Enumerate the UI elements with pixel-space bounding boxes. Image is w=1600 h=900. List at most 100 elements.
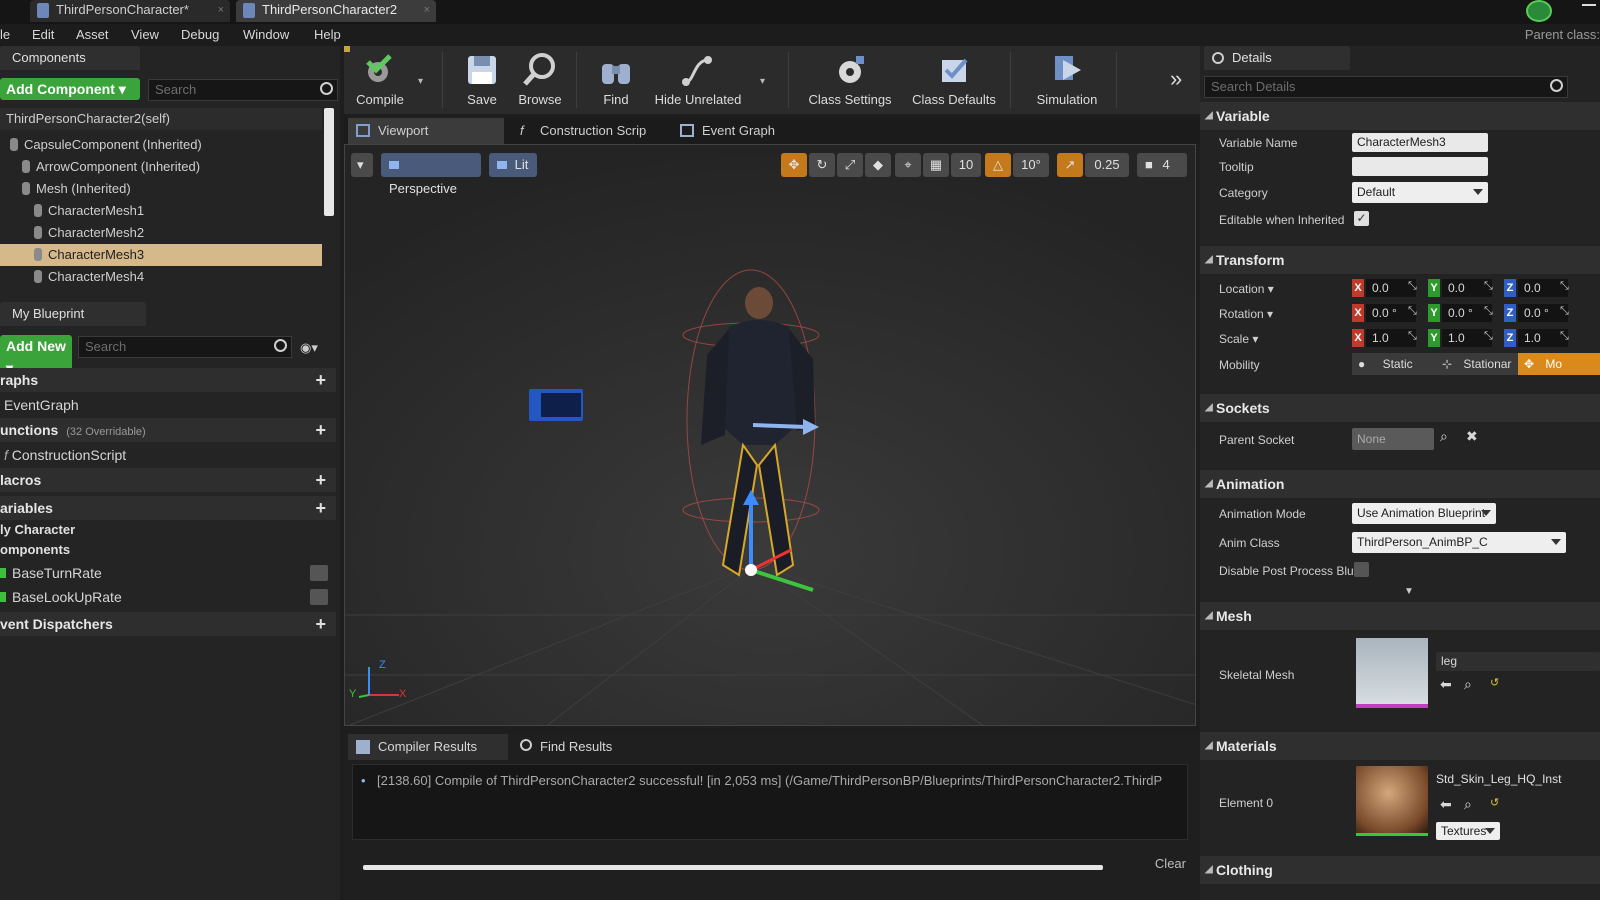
menu-window[interactable]: Window [243, 27, 289, 42]
add-function-icon[interactable]: + [315, 418, 326, 442]
skeletal-mesh-thumbnail[interactable] [1356, 638, 1428, 708]
lit-button[interactable]: Lit [489, 153, 537, 177]
menu-help[interactable]: Help [314, 27, 341, 42]
add-graph-icon[interactable]: + [315, 368, 326, 392]
tab-find-results[interactable]: Find Results [510, 734, 670, 760]
clear-button[interactable]: Clear [1155, 856, 1186, 871]
self-item[interactable]: ThirdPersonCharacter2(self) [0, 108, 322, 130]
menu-asset[interactable]: Asset [76, 27, 109, 42]
tab-thirdpersoncharacter[interactable]: ThirdPersonCharacter* × [30, 0, 230, 22]
drag-handle-icon[interactable]: ⤡ [1408, 280, 1417, 293]
rotation-snap-icon[interactable]: △ [985, 153, 1011, 177]
variables-category[interactable]: ariables + [0, 496, 336, 520]
skeletal-mesh-field[interactable]: leg [1436, 652, 1600, 671]
tree-item[interactable]: CharacterMesh3 [0, 244, 322, 266]
scale-label[interactable]: Scale ▾ [1219, 332, 1258, 346]
rotation-label[interactable]: Rotation ▾ [1219, 307, 1273, 321]
section-materials[interactable]: ◢ Materials [1200, 732, 1600, 760]
functions-category[interactable]: unctions (32 Overridable) + [0, 418, 336, 442]
tab-thirdpersoncharacter2[interactable]: ThirdPersonCharacter2 × [236, 0, 436, 22]
list-item-constructionscript[interactable]: f ConstructionScript [0, 443, 336, 467]
details-header[interactable]: Details [1204, 46, 1350, 70]
close-icon[interactable]: × [424, 0, 430, 20]
tab-construction-script[interactable]: f Construction Scrip [510, 118, 666, 144]
class-settings-button[interactable]: Class Settings [800, 46, 900, 114]
menu-edit[interactable]: Edit [32, 27, 54, 42]
details-search-input[interactable]: Search Details [1204, 76, 1568, 98]
hide-unrelated-dropdown-icon[interactable]: ▾ [760, 76, 765, 87]
components-search-input[interactable]: Search [148, 79, 338, 101]
class-defaults-button[interactable]: Class Defaults [904, 46, 1004, 114]
compile-button[interactable]: Compile [348, 46, 412, 114]
mobility-static-option[interactable]: ● Static [1352, 353, 1432, 375]
drag-handle-icon[interactable]: ⤡ [1484, 305, 1493, 318]
tab-compiler-results[interactable]: Compiler Results [348, 734, 508, 760]
tree-item[interactable]: CapsuleComponent (Inherited) [0, 134, 322, 156]
macros-category[interactable]: lacros + [0, 468, 336, 492]
tree-item[interactable]: Mesh (Inherited) [0, 178, 322, 200]
camera-speed-button[interactable]: ■ 4 [1137, 153, 1187, 177]
section-mesh[interactable]: ◢ Mesh [1200, 602, 1600, 630]
source-control-icon[interactable] [1526, 0, 1552, 22]
browse-icon[interactable]: ⌕ [1464, 676, 1472, 693]
save-button[interactable]: Save [454, 46, 510, 114]
section-variable[interactable]: ◢ Variable [1200, 102, 1600, 130]
compiler-log[interactable]: • [2138.60] Compile of ThirdPersonCharac… [352, 764, 1188, 870]
use-selected-icon[interactable]: ⬅ [1440, 796, 1452, 813]
drag-handle-icon[interactable]: ⤡ [1408, 305, 1417, 318]
drag-handle-icon[interactable]: ⤡ [1560, 280, 1569, 293]
tree-item[interactable]: CharacterMesh1 [0, 200, 322, 222]
tab-event-graph[interactable]: Event Graph [672, 118, 828, 144]
section-clothing[interactable]: ◢ Clothing [1200, 856, 1600, 884]
add-component-button[interactable]: Add Component ▾ [0, 78, 140, 100]
mobility-movable-option[interactable]: ✥ Mo [1518, 353, 1600, 375]
my-blueprint-header[interactable]: My Blueprint [0, 302, 146, 326]
drag-handle-icon[interactable]: ⤡ [1484, 280, 1493, 293]
disable-post-process-checkbox[interactable] [1354, 562, 1369, 577]
use-selected-icon[interactable]: ⬅ [1440, 676, 1452, 693]
advanced-expand-icon[interactable]: ▼ [1404, 586, 1414, 597]
list-item-baseturnrate[interactable]: BaseTurnRate [0, 561, 336, 585]
browse-button[interactable]: Browse [512, 46, 568, 114]
compile-dropdown-icon[interactable]: ▾ [418, 76, 423, 87]
animation-mode-dropdown[interactable]: Use Animation Blueprint [1352, 503, 1496, 524]
category-dropdown[interactable]: Default [1352, 182, 1488, 203]
rotation-snap-value[interactable]: 10° [1013, 153, 1049, 177]
section-transform[interactable]: ◢ Transform [1200, 246, 1600, 274]
clear-icon[interactable]: ✖ [1466, 428, 1478, 445]
viewport-options-button[interactable]: ▾ [351, 153, 373, 177]
tree-item[interactable]: CharacterMesh4 [0, 266, 322, 288]
location-label[interactable]: Location ▾ [1219, 282, 1274, 296]
reset-icon[interactable]: ↺ [1490, 796, 1499, 809]
components-scrollbar[interactable] [324, 108, 334, 216]
variable-name-field[interactable]: CharacterMesh3 [1352, 133, 1488, 152]
find-button[interactable]: Find [588, 46, 644, 114]
section-animation[interactable]: ◢ Animation [1200, 470, 1600, 498]
viewport[interactable]: X Z Y ▾ Perspective Lit ✥ ↻ ⤢ ◆ ⌖ ▦ 10 △… [344, 144, 1196, 726]
minimize-icon[interactable] [1582, 4, 1596, 6]
grid-snap-value[interactable]: 10 [951, 153, 981, 177]
editable-inherited-checkbox[interactable]: ✓ [1354, 211, 1369, 226]
blueprint-search-input[interactable]: Search [78, 336, 292, 358]
toolbar-overflow-icon[interactable]: » [1170, 66, 1182, 92]
visibility-icon[interactable] [310, 565, 328, 581]
variable-category-character[interactable]: ly Character [0, 520, 336, 540]
drag-handle-icon[interactable]: ⤡ [1484, 330, 1493, 343]
components-header[interactable]: Components [0, 46, 140, 70]
tree-item[interactable]: CharacterMesh2 [0, 222, 322, 244]
visibility-icon[interactable] [310, 589, 328, 605]
world-local-icon[interactable]: ◆ [865, 153, 891, 177]
graphs-category[interactable]: raphs + [0, 368, 336, 392]
scale-mode-icon[interactable]: ⤢ [837, 153, 863, 177]
menu-debug[interactable]: Debug [181, 27, 219, 42]
section-sockets[interactable]: ◢ Sockets [1200, 394, 1600, 422]
anim-class-dropdown[interactable]: ThirdPerson_AnimBP_C [1352, 532, 1566, 553]
menu-file[interactable]: le [0, 27, 10, 42]
tab-viewport[interactable]: Viewport [348, 118, 504, 144]
scale-snap-icon[interactable]: ↗ [1057, 153, 1083, 177]
drag-handle-icon[interactable]: ⤡ [1560, 305, 1569, 318]
list-item-eventgraph[interactable]: EventGraph [0, 393, 336, 417]
hide-unrelated-button[interactable]: Hide Unrelated [648, 46, 748, 114]
mobility-stationary-option[interactable]: ⊹ Stationar [1436, 353, 1518, 375]
surface-snap-icon[interactable]: ⌖ [895, 153, 921, 177]
